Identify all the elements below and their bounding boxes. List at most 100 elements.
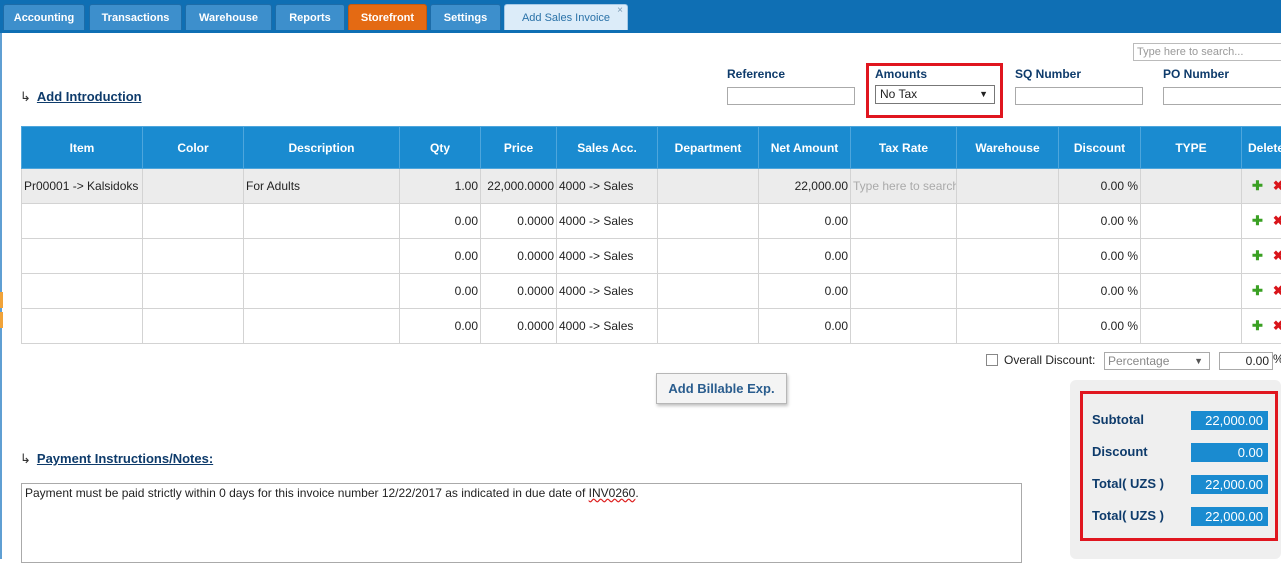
item-cell[interactable]: [22, 239, 143, 274]
col-header-tax-rate: Tax Rate: [851, 127, 957, 169]
qty-cell[interactable]: 0.00: [400, 204, 481, 239]
tax-rate-cell[interactable]: [851, 204, 957, 239]
tax-rate-input[interactable]: Type here to search: [851, 169, 957, 204]
delete-row-icon[interactable]: ✖: [1273, 283, 1281, 298]
arrow-icon: ↳: [20, 451, 31, 466]
sales-acc-cell[interactable]: 4000 -> Sales: [557, 309, 658, 344]
type-cell[interactable]: [1141, 309, 1242, 344]
col-header-type: TYPE: [1141, 127, 1242, 169]
item-cell[interactable]: Pr00001 -> Kalsidoks: [22, 169, 143, 204]
add-row-icon[interactable]: ✚: [1252, 318, 1263, 333]
amounts-select[interactable]: No Tax ▼: [875, 85, 995, 104]
payment-notes-textarea[interactable]: Payment must be paid strictly within 0 d…: [21, 483, 1022, 563]
sq-number-input[interactable]: [1015, 87, 1143, 105]
tab-reports[interactable]: Reports: [275, 4, 345, 30]
color-cell[interactable]: [143, 274, 244, 309]
type-cell[interactable]: [1141, 239, 1242, 274]
sales-acc-cell[interactable]: 4000 -> Sales: [557, 239, 658, 274]
delete-row-icon[interactable]: ✖: [1273, 318, 1281, 333]
tab-warehouse[interactable]: Warehouse: [185, 4, 272, 30]
add-introduction-link[interactable]: ↳ Add Introduction: [20, 89, 142, 105]
description-cell[interactable]: [244, 309, 400, 344]
tax-rate-cell[interactable]: [851, 274, 957, 309]
add-introduction-label: Add Introduction: [37, 89, 142, 104]
type-cell[interactable]: [1141, 204, 1242, 239]
delete-row-icon[interactable]: ✖: [1273, 213, 1281, 228]
discount-cell[interactable]: 0.00 %: [1059, 204, 1141, 239]
sales-acc-cell[interactable]: 4000 -> Sales: [557, 169, 658, 204]
tab-add-sales-invoice[interactable]: Add Sales Invoice ×: [504, 4, 628, 30]
sales-acc-cell[interactable]: 4000 -> Sales: [557, 274, 658, 309]
color-cell[interactable]: [143, 309, 244, 344]
qty-cell[interactable]: 0.00: [400, 239, 481, 274]
sales-acc-cell[interactable]: 4000 -> Sales: [557, 204, 658, 239]
description-cell[interactable]: [244, 204, 400, 239]
overall-discount-checkbox[interactable]: [986, 354, 998, 366]
type-cell[interactable]: [1141, 274, 1242, 309]
search-input[interactable]: Type here to search...: [1133, 43, 1281, 61]
chevron-down-icon: ▼: [1194, 353, 1203, 369]
discount-type-select[interactable]: Percentage ▼: [1104, 352, 1210, 370]
add-row-icon[interactable]: ✚: [1252, 283, 1263, 298]
warehouse-cell[interactable]: [957, 309, 1059, 344]
add-billable-exp-button[interactable]: Add Billable Exp.: [656, 373, 787, 404]
color-cell[interactable]: [143, 239, 244, 274]
price-cell[interactable]: 0.0000: [481, 309, 557, 344]
chevron-down-icon: ▼: [979, 86, 988, 103]
description-cell[interactable]: [244, 239, 400, 274]
discount-cell[interactable]: 0.00 %: [1059, 169, 1141, 204]
department-cell[interactable]: [658, 309, 759, 344]
add-row-icon[interactable]: ✚: [1252, 213, 1263, 228]
arrow-icon: ↳: [20, 89, 31, 104]
type-cell[interactable]: [1141, 169, 1242, 204]
price-cell[interactable]: 22,000.0000: [481, 169, 557, 204]
net-amount-cell[interactable]: 0.00: [759, 204, 851, 239]
tab-settings[interactable]: Settings: [430, 4, 501, 30]
item-cell[interactable]: [22, 309, 143, 344]
item-cell[interactable]: [22, 274, 143, 309]
payment-instructions-link[interactable]: ↳Payment Instructions/Notes:: [20, 451, 213, 467]
delete-row-icon[interactable]: ✖: [1273, 178, 1281, 193]
reference-input[interactable]: [727, 87, 855, 105]
department-cell[interactable]: [658, 204, 759, 239]
price-cell[interactable]: 0.0000: [481, 204, 557, 239]
item-cell[interactable]: [22, 204, 143, 239]
description-cell[interactable]: [244, 274, 400, 309]
add-row-icon[interactable]: ✚: [1252, 248, 1263, 263]
price-cell[interactable]: 0.0000: [481, 274, 557, 309]
discount-cell[interactable]: 0.00 %: [1059, 309, 1141, 344]
warehouse-cell[interactable]: [957, 169, 1059, 204]
add-row-icon[interactable]: ✚: [1252, 178, 1263, 193]
qty-cell[interactable]: 0.00: [400, 309, 481, 344]
tab-storefront[interactable]: Storefront: [348, 4, 427, 30]
color-cell[interactable]: [143, 169, 244, 204]
delete-row-icon[interactable]: ✖: [1273, 248, 1281, 263]
tax-rate-cell[interactable]: [851, 239, 957, 274]
warehouse-cell[interactable]: [957, 239, 1059, 274]
po-number-input[interactable]: [1163, 87, 1281, 105]
qty-cell[interactable]: 0.00: [400, 274, 481, 309]
department-cell[interactable]: [658, 239, 759, 274]
table-row: 0.00 0.0000 4000 -> Sales 0.00 0.00 % ✚ ✖: [22, 204, 1281, 239]
col-header-department: Department: [658, 127, 759, 169]
department-cell[interactable]: [658, 274, 759, 309]
net-amount-cell[interactable]: 0.00: [759, 274, 851, 309]
department-cell[interactable]: [658, 169, 759, 204]
net-amount-cell[interactable]: 0.00: [759, 309, 851, 344]
qty-cell[interactable]: 1.00: [400, 169, 481, 204]
net-amount-cell[interactable]: 0.00: [759, 239, 851, 274]
price-cell[interactable]: 0.0000: [481, 239, 557, 274]
discount-cell[interactable]: 0.00 %: [1059, 239, 1141, 274]
warehouse-cell[interactable]: [957, 204, 1059, 239]
overall-discount-input[interactable]: 0.00: [1219, 352, 1273, 370]
total-label: Total( UZS ): [1092, 476, 1164, 491]
net-amount-cell[interactable]: 22,000.00: [759, 169, 851, 204]
tab-accounting[interactable]: Accounting: [3, 4, 85, 30]
tax-rate-cell[interactable]: [851, 309, 957, 344]
warehouse-cell[interactable]: [957, 274, 1059, 309]
description-cell[interactable]: For Adults: [244, 169, 400, 204]
tab-transactions[interactable]: Transactions: [89, 4, 182, 30]
close-icon[interactable]: ×: [617, 0, 623, 24]
discount-cell[interactable]: 0.00 %: [1059, 274, 1141, 309]
color-cell[interactable]: [143, 204, 244, 239]
